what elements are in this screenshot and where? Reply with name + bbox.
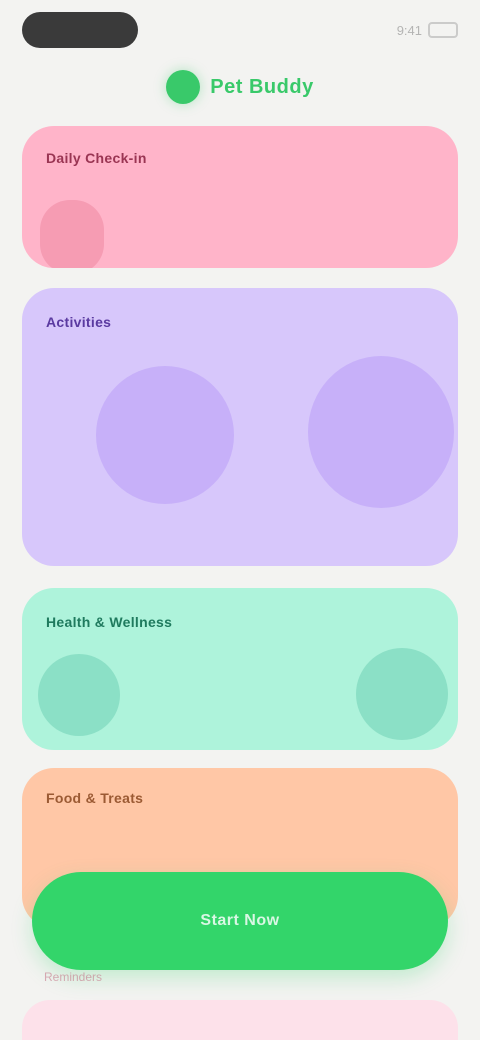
brand-logo-icon xyxy=(166,70,201,104)
daily-checkin-card[interactable]: Daily Check-in xyxy=(22,126,458,268)
health-card[interactable]: Health & Wellness xyxy=(22,588,458,750)
activities-card[interactable]: Activities xyxy=(22,288,458,566)
activity-bubble-right xyxy=(308,356,454,508)
health-title: Health & Wellness xyxy=(46,614,173,630)
activities-title: Activities xyxy=(46,314,112,330)
reminders-label: Reminders xyxy=(44,970,103,984)
status-bar: 9:41 xyxy=(0,0,480,60)
status-time: 9:41 xyxy=(396,22,422,38)
daily-checkin-title: Daily Check-in xyxy=(46,150,147,166)
brand-name: Pet Buddy xyxy=(210,75,314,98)
start-now-button[interactable]: Start Now xyxy=(32,872,448,970)
food-title: Food & Treats xyxy=(46,790,144,806)
battery-icon xyxy=(428,22,458,38)
brand-header: Pet Buddy xyxy=(0,62,480,112)
pink-accent-shape xyxy=(40,200,104,268)
health-bubble-left xyxy=(38,654,120,736)
activity-bubble-left xyxy=(96,366,234,504)
status-right: 9:41 xyxy=(358,18,458,42)
status-pill xyxy=(22,12,138,48)
health-bubble-right xyxy=(356,648,448,740)
reminders-card[interactable] xyxy=(22,1000,458,1040)
